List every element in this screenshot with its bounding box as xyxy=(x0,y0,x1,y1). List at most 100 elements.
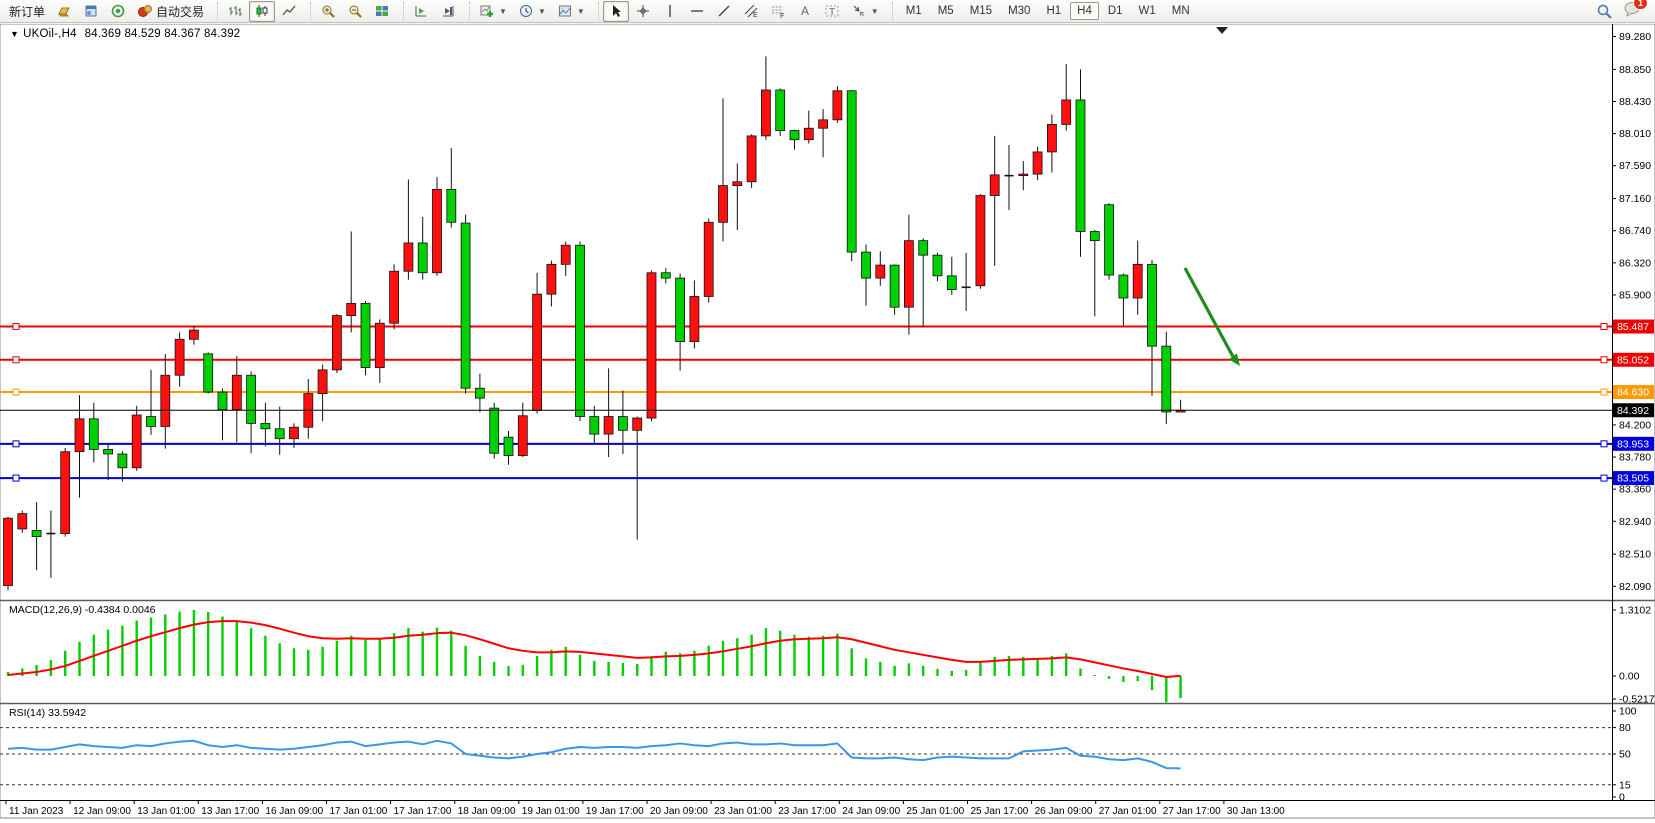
line-handle[interactable] xyxy=(13,324,19,330)
line-handle[interactable] xyxy=(13,441,19,447)
text-tool[interactable]: A xyxy=(792,1,818,22)
symbol-dropdown-icon[interactable]: ▼ xyxy=(10,29,19,39)
trendline-tool[interactable] xyxy=(711,1,737,22)
text-label-tool[interactable]: T xyxy=(819,1,845,22)
time-label: 23 Jan 01:00 xyxy=(714,806,772,817)
data-window-icon[interactable] xyxy=(78,1,104,22)
timeframe-button-D1[interactable]: D1 xyxy=(1101,2,1130,20)
indicators-button[interactable]: ▼ xyxy=(474,1,512,22)
navigator-icon[interactable] xyxy=(105,1,131,22)
cursor-tool[interactable] xyxy=(603,1,629,22)
fibonacci-tool[interactable]: F xyxy=(765,1,791,22)
candle-up xyxy=(232,375,241,409)
candle-up xyxy=(976,196,985,286)
templates-button[interactable]: ▼ xyxy=(552,1,590,22)
axis-tick-label: 88.010 xyxy=(1619,128,1651,140)
timeframe-button-M1[interactable]: M1 xyxy=(899,2,929,20)
ohlc-bars-icon[interactable] xyxy=(222,1,248,22)
notifications-button[interactable]: 1 xyxy=(1623,0,1641,22)
macd-values: -0.4384 0.0046 xyxy=(85,604,156,616)
symbol-period-text: UKOil-,H4 xyxy=(23,28,77,40)
candle-up xyxy=(75,419,84,452)
crosshair-tool[interactable] xyxy=(630,1,656,22)
auto-scroll-icon[interactable] xyxy=(435,1,461,22)
time-label: 23 Jan 17:00 xyxy=(778,806,836,817)
crosshair-icon xyxy=(635,3,651,19)
timeframe-button-H4[interactable]: H4 xyxy=(1070,2,1099,20)
timeframe-button-M15[interactable]: M15 xyxy=(963,2,999,20)
candle-up xyxy=(747,136,756,182)
timeframe-button-MN[interactable]: MN xyxy=(1165,2,1197,20)
candle-up xyxy=(61,452,70,534)
toolbar-separator xyxy=(397,2,404,20)
candle-up xyxy=(833,91,842,120)
candle-down xyxy=(204,354,213,392)
candle-down xyxy=(933,255,942,276)
line-handle[interactable] xyxy=(1601,475,1607,481)
time-label: 13 Jan 17:00 xyxy=(201,806,259,817)
periods-button[interactable]: ▼ xyxy=(513,1,551,22)
svg-text:F: F xyxy=(780,13,784,19)
price-tag-label: 84.630 xyxy=(1617,387,1649,399)
magnifier-minus-icon xyxy=(347,3,363,19)
line-handle[interactable] xyxy=(13,475,19,481)
dropdown-caret-icon: ▼ xyxy=(871,7,879,16)
candle-down xyxy=(676,278,685,341)
candle-down xyxy=(461,223,470,388)
time-label: 27 Jan 17:00 xyxy=(1163,806,1221,817)
signal-icon xyxy=(110,3,126,19)
line-handle[interactable] xyxy=(13,389,19,395)
svg-text:A: A xyxy=(801,4,809,18)
candle-up xyxy=(604,417,613,435)
timeframe-button-W1[interactable]: W1 xyxy=(1132,2,1163,20)
time-label: 17 Jan 17:00 xyxy=(394,806,452,817)
candle-chart-icon xyxy=(254,3,270,19)
time-label: 18 Jan 09:00 xyxy=(458,806,516,817)
line-handle[interactable] xyxy=(1601,389,1607,395)
candle-down xyxy=(576,245,585,416)
candle-up xyxy=(290,427,299,438)
hline-icon xyxy=(689,3,705,19)
candle-up xyxy=(332,316,341,370)
line-handle[interactable] xyxy=(1601,357,1607,363)
auto-trading-button[interactable]: 自动交易 xyxy=(132,1,209,22)
timeframe-button-M30[interactable]: M30 xyxy=(1001,2,1037,20)
shift-chart-icon[interactable] xyxy=(408,1,434,22)
zoom-in-icon[interactable] xyxy=(315,1,341,22)
line-handle[interactable] xyxy=(1601,441,1607,447)
search-icon[interactable] xyxy=(1596,3,1613,20)
chart-window[interactable]: 89.28088.85088.43088.01087.59087.16086.7… xyxy=(0,24,1655,823)
timeframe-button-M5[interactable]: M5 xyxy=(931,2,961,20)
ohlc-low: 84.367 xyxy=(164,28,200,40)
shift-end-icon xyxy=(413,3,429,19)
shapes-button[interactable]: ▼ xyxy=(846,1,884,22)
time-label: 25 Jan 01:00 xyxy=(906,806,964,817)
candle-down xyxy=(361,303,370,367)
chart-canvas[interactable]: 89.28088.85088.43088.01087.59087.16086.7… xyxy=(0,24,1655,823)
candle-up xyxy=(633,418,642,430)
new-order-button[interactable]: 新订单 xyxy=(4,1,50,22)
price-tag-label: 85.052 xyxy=(1617,354,1649,366)
candle-up xyxy=(733,182,742,186)
macd-indicator-label: MACD(12,26,9) -0.4384 0.0046 xyxy=(9,604,156,616)
zoom-out-icon[interactable] xyxy=(342,1,368,22)
candle-down xyxy=(147,417,156,427)
time-label: 11 Jan 2023 xyxy=(9,806,64,817)
dropdown-caret-icon: ▼ xyxy=(499,7,507,16)
market-watch-icon[interactable] xyxy=(51,1,77,22)
candle-down xyxy=(590,417,599,435)
candle-up xyxy=(189,330,198,339)
line-handle[interactable] xyxy=(1601,324,1607,330)
equidistant-channel-tool[interactable]: E xyxy=(738,1,764,22)
candle-down xyxy=(218,392,227,410)
axis-tick-label: 82.510 xyxy=(1619,549,1651,561)
fibo-icon: F xyxy=(770,3,786,19)
time-label: 13 Jan 01:00 xyxy=(137,806,195,817)
horizontal-line-tool[interactable] xyxy=(684,1,710,22)
line-handle[interactable] xyxy=(13,357,19,363)
candlesticks-icon[interactable] xyxy=(249,1,275,22)
timeframe-button-H1[interactable]: H1 xyxy=(1039,2,1068,20)
line-chart-icon[interactable] xyxy=(276,1,302,22)
vertical-line-tool[interactable] xyxy=(657,1,683,22)
tile-windows-icon[interactable] xyxy=(369,1,395,22)
